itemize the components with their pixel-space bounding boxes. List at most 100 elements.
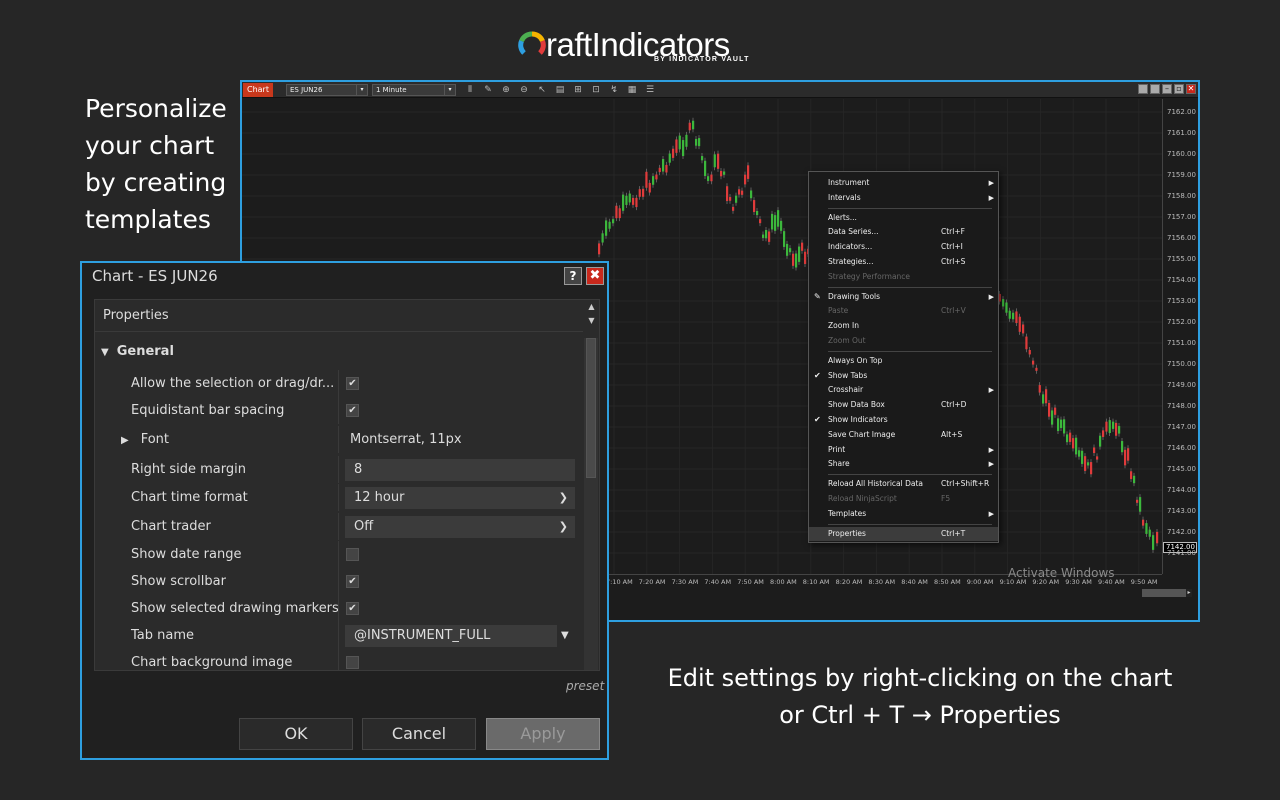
drawing-markers-checkbox[interactable]: ✔ xyxy=(346,602,359,615)
data-box-icon[interactable]: ▤ xyxy=(554,84,566,96)
menu-item-intervals[interactable]: Intervals ▶ xyxy=(809,191,998,206)
menu-item-show-tabs[interactable]: ✔ Show Tabs xyxy=(809,369,998,384)
property-time-format[interactable]: Chart time format 12 hour ❯ xyxy=(95,484,583,511)
font-value[interactable]: Montserrat, 11px xyxy=(350,426,462,453)
close-icon[interactable]: ✖ xyxy=(586,267,604,285)
menu-item-share[interactable]: Share ▶ xyxy=(809,457,998,472)
color-wheel-icon xyxy=(518,31,546,55)
menu-item-strategies[interactable]: Strategies... Ctrl+S xyxy=(809,255,998,270)
menu-item-show-indicators[interactable]: ✔ Show Indicators xyxy=(809,413,998,428)
interval-selector[interactable]: 1 Minute ▾ xyxy=(372,84,456,96)
zoom-in-icon[interactable]: ⊕ xyxy=(500,84,512,96)
caption-right-line: or Ctrl + T → Properties xyxy=(779,701,1061,729)
preset-link[interactable]: preset xyxy=(566,679,604,693)
tab-name-input[interactable]: @INSTRUMENT_FULL xyxy=(345,625,557,647)
right-margin-input[interactable]: 8 xyxy=(345,459,575,481)
chevron-down-icon: ❯ xyxy=(558,520,568,533)
interval-value: 1 Minute xyxy=(376,86,407,94)
menu-item-data-series[interactable]: Data Series... Ctrl+F xyxy=(809,225,998,240)
help-icon[interactable]: ? xyxy=(564,267,582,285)
horizontal-scrollbar[interactable]: ▸ xyxy=(1142,589,1192,597)
menu-item-indicators[interactable]: Indicators... Ctrl+I xyxy=(809,240,998,255)
menu-item-paste: Paste Ctrl+V xyxy=(809,304,998,319)
menu-item-zoom-out: Zoom Out xyxy=(809,334,998,349)
candle-body xyxy=(678,135,681,150)
time-tick-label: 8:40 AM xyxy=(901,578,928,586)
expand-arrow-icon[interactable]: ▶ xyxy=(121,435,129,446)
menu-item-save-chart-image[interactable]: Save Chart Image Alt+S xyxy=(809,428,998,443)
property-tab-name[interactable]: Tab name @INSTRUMENT_FULL ▼ xyxy=(95,622,583,649)
ok-button[interactable]: OK xyxy=(239,718,353,750)
menu-item-drawing-tools[interactable]: ✎ Drawing Tools ▶ xyxy=(809,290,998,305)
collapse-arrow-icon[interactable]: ▼ xyxy=(101,347,109,358)
scrollbar-checkbox[interactable]: ✔ xyxy=(346,575,359,588)
zoom-out-icon[interactable]: ⊖ xyxy=(518,84,530,96)
bg-image-checkbox[interactable] xyxy=(346,656,359,669)
date-range-checkbox[interactable] xyxy=(346,548,359,561)
menu-item-properties[interactable]: Properties Ctrl+T xyxy=(809,526,998,542)
scroll-up-icon[interactable]: ▲ xyxy=(583,300,599,314)
candle-body xyxy=(688,122,691,131)
menu-item-show-data-box[interactable]: Show Data Box Ctrl+D xyxy=(809,398,998,413)
property-equidistant[interactable]: Equidistant bar spacing ✔ xyxy=(95,397,583,424)
minimize-icon[interactable]: – xyxy=(1162,84,1172,94)
menu-item-instrument[interactable]: Instrument ▶ xyxy=(809,176,998,191)
vertical-scrollbar[interactable] xyxy=(584,338,598,670)
menu-item-print[interactable]: Print ▶ xyxy=(809,443,998,458)
menu-item-alerts[interactable]: Alerts... xyxy=(809,211,998,226)
candle-body xyxy=(1108,420,1111,434)
price-tick-label: 7150.00 xyxy=(1167,360,1196,368)
apply-button[interactable]: Apply xyxy=(486,718,600,750)
menu-item-zoom-in[interactable]: Zoom In xyxy=(809,319,998,334)
candle-body xyxy=(786,243,789,256)
cancel-button[interactable]: Cancel xyxy=(362,718,476,750)
property-chart-trader[interactable]: Chart trader Off ❯ xyxy=(95,513,583,540)
equidistant-checkbox[interactable]: ✔ xyxy=(346,404,359,417)
maximize-icon[interactable]: ▫ xyxy=(1174,84,1184,94)
property-allow-selection[interactable]: Allow the selection or drag/dr... ✔ xyxy=(95,370,583,397)
property-font[interactable]: ▶ Font Montserrat, 11px xyxy=(95,426,583,453)
candle-body xyxy=(720,170,723,177)
menu-item-always-on-top[interactable]: Always On Top xyxy=(809,354,998,369)
dropdown-arrow-icon[interactable]: ▼ xyxy=(561,630,569,641)
property-right-margin[interactable]: Right side margin 8 xyxy=(95,456,583,483)
pencil-icon[interactable]: ✎ xyxy=(482,84,494,96)
allow-selection-checkbox[interactable]: ✔ xyxy=(346,377,359,390)
properties-icon[interactable]: ▦ xyxy=(626,84,638,96)
scroll-down-icon[interactable]: ▼ xyxy=(583,314,599,328)
menu-item-templates[interactable]: Templates ▶ xyxy=(809,507,998,522)
property-grid-header: Properties xyxy=(95,300,583,332)
instrument-selector[interactable]: ES JUN26 ▾ xyxy=(286,84,368,96)
menu-item-label: Templates xyxy=(828,508,867,518)
candle-body xyxy=(1072,438,1075,449)
property-date-range[interactable]: Show date range xyxy=(95,541,583,568)
menu-separator xyxy=(828,523,992,525)
bars-icon[interactable]: ⫴ xyxy=(464,84,476,96)
candle-body xyxy=(1002,299,1005,307)
property-bg-image[interactable]: Chart background image xyxy=(95,649,583,670)
tab-name-value: @INSTRUMENT_FULL xyxy=(354,628,491,643)
pointer-icon[interactable]: ↖ xyxy=(536,84,548,96)
chart-tab[interactable]: Chart xyxy=(243,83,273,97)
chart-trader-select[interactable]: Off ❯ xyxy=(345,516,575,538)
chart-trader-icon[interactable]: ⊞ xyxy=(572,84,584,96)
scroll-right-icon[interactable]: ▸ xyxy=(1186,589,1192,597)
menu-item-reload-all-historical-data[interactable]: Reload All Historical Data Ctrl+Shift+R xyxy=(809,477,998,492)
scrollbar-thumb[interactable] xyxy=(586,338,596,478)
property-scrollbar[interactable]: Show scrollbar ✔ xyxy=(95,568,583,595)
menu-item-crosshair[interactable]: Crosshair ▶ xyxy=(809,383,998,398)
tile-window-icon[interactable] xyxy=(1138,84,1148,94)
strategy-icon[interactable]: ↯ xyxy=(608,84,620,96)
property-drawing-markers[interactable]: Show selected drawing markers ✔ xyxy=(95,595,583,622)
list-icon[interactable]: ☰ xyxy=(644,84,656,96)
candle-body xyxy=(635,197,638,208)
candle-body xyxy=(1008,310,1011,319)
time-format-select[interactable]: 12 hour ❯ xyxy=(345,487,575,509)
close-icon[interactable]: ✕ xyxy=(1186,84,1196,94)
candle-body xyxy=(723,171,726,175)
property-grid: Properties ▲ ▼ ▼ General Allow the select… xyxy=(94,299,600,671)
cascade-window-icon[interactable] xyxy=(1150,84,1160,94)
snapshot-icon[interactable]: ⊡ xyxy=(590,84,602,96)
dialog-titlebar[interactable]: Chart - ES JUN26 ? ✖ xyxy=(82,263,607,290)
category-general[interactable]: ▼ General xyxy=(101,344,174,359)
